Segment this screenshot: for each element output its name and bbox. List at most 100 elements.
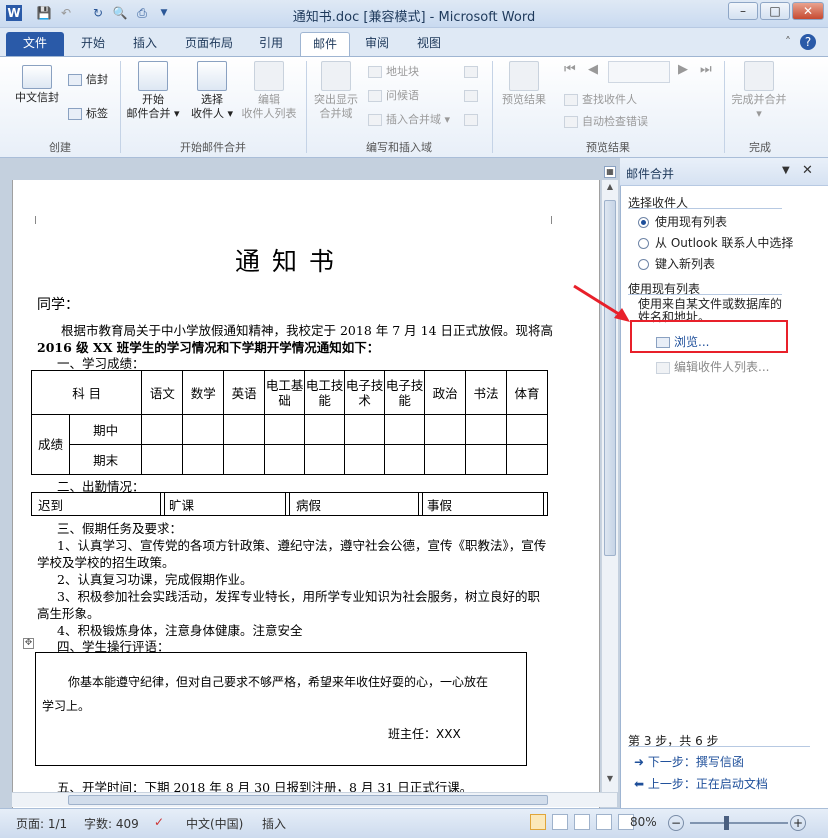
address-block-button[interactable]: 地址块 [368, 65, 419, 79]
window-title: 通知书.doc [兼容模式] - Microsoft Word [292, 10, 536, 25]
greeting-icon [368, 90, 382, 102]
highlight-icon [321, 61, 351, 91]
address-block-label: 地址块 [386, 65, 419, 78]
previous-arrow-icon: ⬅ [634, 777, 648, 791]
pane-options-icon[interactable]: ▼ [782, 165, 790, 176]
zoom-slider-thumb[interactable] [724, 816, 729, 830]
greeting-label: 问候语 [386, 89, 419, 102]
highlight-label-1: 突出显示 [314, 93, 358, 106]
teacher-signature: 班主任：XXX [388, 727, 461, 741]
match-fields-button[interactable] [464, 89, 482, 103]
scroll-down-icon[interactable]: ▼ [603, 774, 617, 788]
proofing-icon[interactable]: ✓ [154, 815, 164, 829]
pane-close-icon[interactable]: ✕ [802, 163, 813, 178]
salutation: 同学： [37, 297, 79, 313]
tab-file[interactable]: 文件 [6, 32, 64, 56]
help-icon[interactable]: ? [800, 34, 816, 50]
comment-line-1: 你基本能遵守纪律，但对自己要求不够严格，希望来年收住好耍的心，一心放在 [68, 675, 489, 689]
recipients-icon [197, 61, 227, 91]
horizontal-scrollbar[interactable] [12, 792, 617, 807]
first-record-icon[interactable]: ⏮ [564, 63, 576, 77]
edit-recipient-list-button[interactable]: 编辑 收件人列表 [236, 61, 302, 121]
outline-view-icon[interactable] [596, 814, 612, 830]
radio-selected-icon [638, 217, 649, 228]
scroll-up-icon[interactable]: ▲ [603, 182, 617, 196]
last-record-icon[interactable]: ⏭ [700, 63, 712, 77]
insert-merge-field-button[interactable]: 插入合并域 ▾ [368, 113, 450, 127]
insert-field-label: 插入合并域 [386, 113, 441, 126]
update-labels-button[interactable] [464, 113, 482, 127]
edit-recipient-list-link[interactable]: 编辑收件人列表... [656, 358, 769, 375]
table-move-handle-icon[interactable]: ✥ [23, 638, 34, 649]
select-recipients-button[interactable]: 选择 收件人 ▾ [184, 61, 240, 121]
radio-icon [638, 259, 649, 270]
scrollbar-thumb[interactable] [604, 200, 616, 556]
zoom-in-icon[interactable]: + [790, 815, 806, 831]
record-number-input[interactable] [608, 61, 670, 83]
insert-mode[interactable]: 插入 [262, 815, 286, 832]
next-step-link[interactable]: ➜ 下一步：撰写信函 [634, 753, 744, 770]
word-count[interactable]: 字数: 409 [84, 815, 139, 832]
row-midterm-label: 期中 [68, 414, 143, 445]
rules-button[interactable] [464, 65, 482, 79]
greeting-line-button[interactable]: 问候语 [368, 89, 419, 103]
option-outlook[interactable]: 从 Outlook 联系人中选择 [638, 234, 793, 251]
ribbon-tabs: 文件 开始 插入 页面布局 引用 邮件 审阅 视图 ˄ ? [0, 28, 828, 56]
option-type-new[interactable]: 键入新列表 [638, 255, 715, 272]
highlight-fields-button[interactable]: 突出显示 合并域 [308, 61, 364, 121]
envelope-button[interactable]: 信封 [68, 73, 108, 87]
next-record-icon[interactable]: ▶ [678, 63, 688, 77]
attendance-personal: 事假 [421, 492, 544, 516]
ruler-toggle-icon[interactable]: ▦ [604, 166, 616, 178]
collapse-ribbon-icon[interactable]: ˄ [780, 34, 796, 50]
edit-list-icon [254, 61, 284, 91]
previous-step-link[interactable]: ⬅ 上一步：正在启动文档 [634, 775, 768, 792]
find-recipient-button[interactable]: 查找收件人 [564, 93, 637, 107]
chinese-envelope-button[interactable]: 中文信封 [8, 65, 66, 105]
chinese-envelope-label: 中文信封 [15, 91, 59, 104]
tab-review[interactable]: 审阅 [354, 32, 400, 56]
table-header: 电工基础 [264, 370, 306, 415]
tab-references[interactable]: 引用 [248, 32, 294, 56]
zoom-out-icon[interactable]: − [668, 815, 684, 831]
preview-results-label: 预览结果 [502, 93, 546, 106]
preview-icon [509, 61, 539, 91]
tab-home[interactable]: 开始 [70, 32, 116, 56]
hscrollbar-thumb[interactable] [68, 795, 548, 805]
web-layout-view-icon[interactable] [574, 814, 590, 830]
maximize-button[interactable]: □ [760, 2, 790, 20]
dropdown-arrow-icon: ▾ [170, 107, 180, 120]
vertical-scrollbar[interactable]: ▲ ▼ [601, 180, 618, 792]
full-screen-view-icon[interactable] [552, 814, 568, 830]
envelope-small-icon [68, 74, 82, 86]
document-page[interactable]: 通 知 书 同学： 根据市教育局关于中小学放假通知精神，我校定于 2018 年 … [12, 180, 600, 812]
tab-insert[interactable]: 插入 [122, 32, 168, 56]
preview-results-button[interactable]: 预览结果 [496, 61, 552, 107]
pane-header: 邮件合并 ▼ ✕ [620, 158, 828, 186]
tab-page-layout[interactable]: 页面布局 [176, 32, 242, 56]
zoom-level[interactable]: 80% [630, 815, 657, 829]
print-layout-view-icon[interactable] [530, 814, 546, 830]
start-mail-merge-button[interactable]: 开始 邮件合并 ▾ [124, 61, 182, 121]
find-recipient-label: 查找收件人 [582, 93, 637, 106]
address-block-icon [368, 66, 382, 78]
next-arrow-icon: ➜ [634, 755, 648, 769]
status-bar: 页面: 1/1 字数: 409 ✓ 中文(中国) 插入 80% − + [0, 808, 828, 838]
language-indicator[interactable]: 中文(中国) [186, 815, 243, 832]
tab-mailings[interactable]: 邮件 [300, 32, 350, 56]
edit-list-small-icon [656, 361, 670, 374]
radio-icon [638, 238, 649, 249]
labels-button[interactable]: 标签 [68, 107, 108, 121]
attendance-sick: 病假 [288, 492, 419, 516]
minimize-button[interactable]: – [728, 2, 758, 20]
edit-list-link-label: 编辑收件人列表... [674, 360, 770, 374]
option-use-existing[interactable]: 使用现有列表 [638, 213, 727, 230]
finish-merge-button[interactable]: 完成并合并 ▾ [726, 61, 792, 121]
close-button[interactable]: ✕ [792, 2, 824, 20]
zoom-slider[interactable] [690, 822, 788, 824]
auto-check-errors-button[interactable]: 自动检查错误 [564, 115, 648, 129]
previous-record-icon[interactable]: ◀ [588, 63, 598, 77]
page-indicator[interactable]: 页面: 1/1 [16, 815, 67, 832]
table-header: 电工技能 [304, 370, 346, 415]
tab-view[interactable]: 视图 [406, 32, 452, 56]
